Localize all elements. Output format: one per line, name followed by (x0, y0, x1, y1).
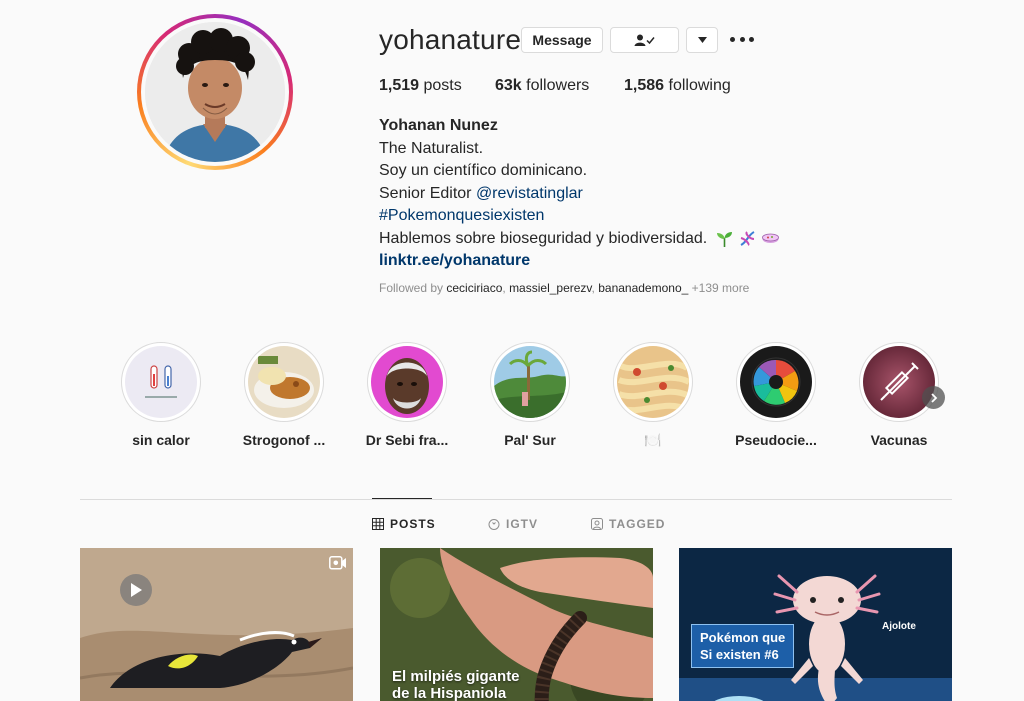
chevron-right-icon (930, 392, 937, 403)
stat-followers[interactable]: 63k followers (495, 77, 589, 95)
post-caption: El milpiés gigante de la Hispaniola (392, 668, 520, 701)
post-thumbnail[interactable]: El milpiés gigante de la Hispaniola (380, 548, 653, 701)
highlight-cover (125, 346, 197, 418)
avatar-border (141, 18, 289, 166)
followed-by[interactable]: Followed by ceciciriaco, massiel_perezv,… (379, 281, 749, 295)
highlight-cover (740, 346, 812, 418)
highlight-cover (617, 346, 689, 418)
highlight-item[interactable]: 🍽️ (604, 342, 702, 449)
post-image-bird (80, 548, 353, 701)
igtv-icon (488, 519, 500, 530)
profile-bio: Yohanan Nunez The Naturalist. Soy un cie… (379, 115, 779, 273)
post-thumbnail[interactable]: Pokémon que Si existen #6 Ajolote (679, 548, 952, 701)
avatar-portrait (145, 22, 285, 162)
bio-line: Soy un científico dominicano. (379, 162, 588, 179)
followed-by-user[interactable]: ceciciriaco (446, 281, 502, 295)
bio-line: The Naturalist. (379, 139, 484, 157)
bio-line: Senior Editor @revistatinglar (379, 184, 583, 202)
highlight-label: 🍽️ (644, 432, 662, 448)
caret-down-icon (697, 37, 707, 43)
video-icon (329, 556, 346, 570)
highlight-label: Strogonof ... (242, 432, 326, 448)
highlight-label: Dr Sebi fra... (365, 432, 449, 448)
post-thumbnail[interactable] (80, 548, 353, 701)
highlight-item[interactable]: Pal' Sur (481, 342, 579, 448)
tab-igtv[interactable]: IGTV (488, 517, 538, 531)
highlight-cover (863, 346, 935, 418)
tagged-icon (591, 518, 603, 530)
followed-by-more[interactable]: +139 more (692, 281, 750, 295)
seedling-icon (716, 230, 733, 247)
suggested-dropdown-button[interactable] (686, 27, 718, 53)
post-label: Ajolote (882, 621, 916, 632)
bio-full-name: Yohanan Nunez (379, 117, 498, 134)
highlight-label: Vacunas (870, 432, 928, 448)
message-button[interactable]: Message (521, 27, 603, 53)
highlight-item[interactable]: Pseudocie... (727, 342, 825, 448)
profile-avatar-ring[interactable] (137, 14, 293, 170)
highlight-cover (371, 346, 443, 418)
bio-line: Hablemos sobre bioseguridad y biodiversi… (379, 228, 779, 251)
active-tab-indicator (372, 498, 432, 499)
dna-icon (739, 230, 756, 247)
highlights-next-button[interactable] (922, 386, 945, 409)
bio-website-link[interactable]: linktr.ee/yohanature (379, 250, 779, 273)
highlight-cover (248, 346, 320, 418)
tabs-divider (80, 499, 952, 500)
stat-posts: 1,519 posts (379, 77, 462, 94)
tab-posts[interactable]: POSTS (372, 517, 436, 531)
grid-icon (372, 518, 384, 530)
more-options-icon[interactable] (730, 29, 754, 49)
highlight-label: sin calor (132, 432, 190, 448)
stat-following[interactable]: 1,586 following (624, 77, 731, 95)
followed-by-user[interactable]: massiel_perezv (509, 281, 591, 295)
highlight-label: Pseudocie... (735, 432, 817, 448)
highlight-cover (494, 346, 566, 418)
bio-hashtag-link[interactable]: #Pokemonquesiexisten (379, 205, 779, 228)
bio-mention-link[interactable]: @revistatinglar (476, 185, 583, 202)
profile-username: yohanature (379, 24, 522, 55)
play-icon (120, 574, 152, 606)
highlight-item[interactable]: sin calor (112, 342, 210, 448)
post-badge: Pokémon que Si existen #6 (691, 624, 795, 668)
petri-dish-icon (761, 230, 779, 247)
tab-tagged[interactable]: TAGGED (591, 517, 665, 531)
following-button[interactable] (610, 27, 679, 53)
avatar[interactable] (145, 22, 285, 162)
highlight-label: Pal' Sur (504, 432, 556, 448)
followed-by-user[interactable]: bananademono_ (598, 281, 688, 295)
highlight-item[interactable]: Strogonof ... (235, 342, 333, 448)
highlight-item[interactable]: Dr Sebi fra... (358, 342, 456, 448)
person-check-icon (634, 34, 655, 46)
